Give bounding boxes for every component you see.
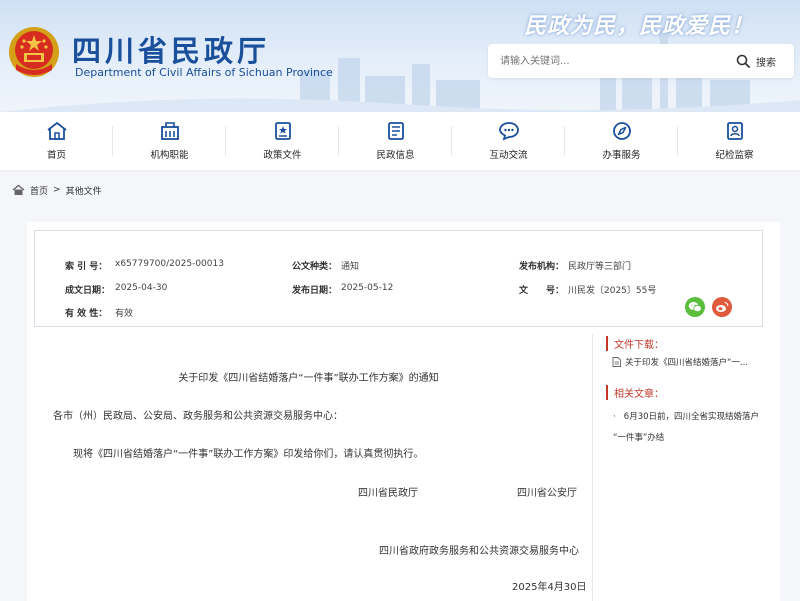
signatory-public-security: 四川省公安厅 (517, 488, 577, 499)
document-body: 现将《四川省结婚落户“一件事”联办工作方案》印发给你们，请认真贯彻执行。 (73, 449, 424, 460)
building-icon (160, 122, 179, 140)
breadcrumb-home[interactable]: 首页 (30, 184, 48, 197)
nav-item-services[interactable]: 办事服务 (565, 112, 678, 170)
content-panel: 索 引 号： x65779700/2025-00013 公文种类： 通知 发布机… (27, 222, 780, 601)
meta-label-issuer: 发布机构： (519, 262, 565, 272)
wechat-icon (688, 302, 702, 313)
related-article-link-line2[interactable]: “一件事”办结 (613, 433, 664, 443)
document-title: 关于印发《四川省结婚落户“一件事”联办工作方案》的通知 (178, 373, 439, 384)
breadcrumb-separator: > (53, 185, 61, 195)
document-meta-box: 索 引 号： x65779700/2025-00013 公文种类： 通知 发布机… (34, 230, 763, 327)
meta-label-validity: 有 效 性： (65, 309, 108, 319)
site-subtitle: Department of Civil Affairs of Sichuan P… (75, 66, 333, 79)
related-article-link-line1[interactable]: 6月30日前，四川全省实现结婚落户 (624, 412, 759, 422)
related-article-item[interactable]: · 6月30日前，四川全省实现结婚落户 “一件事”办结 (613, 404, 773, 444)
meta-label-published: 发布日期： (292, 286, 338, 296)
meta-value-type: 通知 (341, 262, 360, 272)
sidebar-divider (592, 334, 593, 601)
nav-item-inspection[interactable]: 纪检监察 (678, 112, 791, 170)
inspection-icon (726, 122, 743, 140)
home-icon (12, 184, 25, 195)
nav-item-policy[interactable]: 政策文件 (226, 112, 339, 170)
nav-label-inspection: 纪检监察 (715, 150, 754, 161)
meta-value-docno: 川民发〔2025〕55号 (568, 286, 657, 296)
nav-label-info: 民政信息 (376, 150, 415, 161)
site-title: 四川省民政厅 (72, 34, 271, 68)
weibo-share-button[interactable] (712, 297, 732, 317)
nav-label-institution: 机构职能 (150, 150, 189, 161)
download-link[interactable]: 关于印发《四川省结婚落户“一... (625, 356, 748, 368)
meta-label-index: 索 引 号： (65, 262, 108, 272)
nav-item-interaction[interactable]: 互动交流 (452, 112, 565, 170)
search-button-label: 搜索 (756, 57, 776, 69)
search-icon (736, 54, 750, 68)
meta-label-docno: 文 号： (519, 286, 565, 296)
signatory-civil-affairs: 四川省民政厅 (358, 488, 418, 499)
document-date: 2025年4月30日 (512, 582, 587, 593)
nav-label-home: 首页 (46, 150, 66, 161)
meta-value-published: 2025-05-12 (341, 283, 394, 293)
compass-icon (612, 122, 631, 140)
search-button[interactable]: 搜索 (732, 44, 794, 78)
breadcrumb-current[interactable]: 其他文件 (66, 184, 102, 197)
chat-icon (498, 122, 519, 141)
wechat-share-button[interactable] (685, 297, 705, 317)
document-salutation: 各市（州）民政局、公安局、政务服务和公共资源交易服务中心： (53, 411, 343, 422)
meta-value-created: 2025-04-30 (115, 283, 168, 293)
nav-item-institution[interactable]: 机构职能 (113, 112, 226, 170)
file-icon (612, 357, 621, 367)
nav-label-policy: 政策文件 (263, 150, 302, 161)
meta-label-created: 成文日期： (65, 286, 111, 296)
meta-value-index: x65779700/2025-00013 (115, 259, 224, 269)
nav-item-info[interactable]: 民政信息 (339, 112, 452, 170)
national-emblem-logo (9, 27, 59, 77)
nav-item-home[interactable]: 首页 (0, 112, 113, 170)
nav-label-services: 办事服务 (602, 150, 641, 161)
list-bullet: · (613, 412, 616, 422)
breadcrumb: 首页 > 其他文件 (12, 183, 102, 197)
search-box: 搜索 (488, 44, 794, 78)
search-input[interactable] (500, 52, 720, 70)
download-item[interactable]: 关于印发《四川省结婚落户“一... (612, 356, 748, 368)
site-header: 四川省民政厅 Department of Civil Affairs of Si… (0, 0, 800, 112)
slogan: 民政为民，民政爱民！ (524, 13, 755, 39)
related-section-title: 相关文章： (606, 385, 664, 400)
meta-value-issuer: 民政厅等三部门 (568, 262, 632, 272)
meta-value-validity: 有效 (115, 309, 134, 319)
info-doc-icon (387, 122, 404, 140)
weibo-icon (716, 301, 729, 312)
policy-doc-icon (274, 122, 291, 140)
home-icon (46, 122, 67, 140)
nav-label-interaction: 互动交流 (489, 150, 528, 161)
meta-label-type: 公文种类： (292, 262, 338, 272)
signatory-service-center: 四川省政府政务服务和公共资源交易服务中心 (379, 546, 579, 557)
main-nav: 首页 机构职能 政策文件 民政信息 互动交流 办事服务 纪检监察 (0, 112, 800, 170)
download-section-title: 文件下载： (606, 336, 664, 351)
